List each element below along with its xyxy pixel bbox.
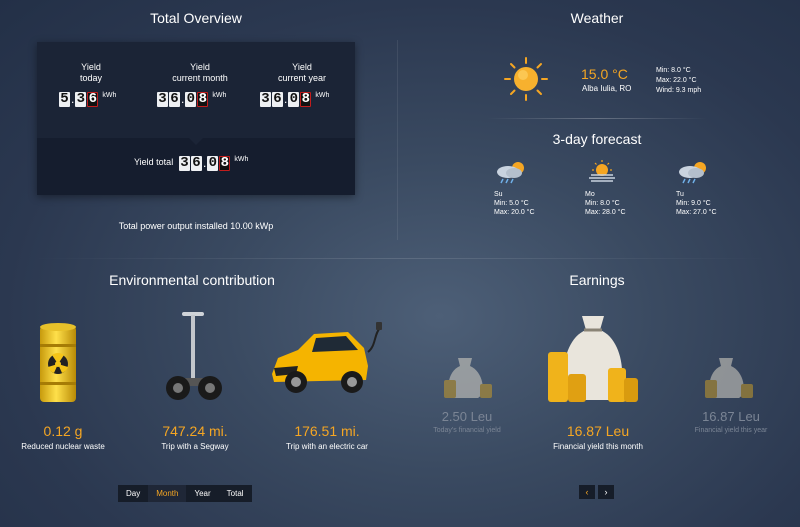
forecast-min: Min: 5.0 °C <box>494 200 529 207</box>
decimal-point: . <box>181 92 185 106</box>
forecast-day-tuesday: Tu Min: 9.0 °C Max: 27.0 °C <box>676 160 736 217</box>
current-temperature: 15.0 °C <box>581 66 628 82</box>
earnings-label: Today's financial yield <box>433 427 501 434</box>
env-label: Trip with a Segway <box>161 442 229 451</box>
weather-title: Weather <box>570 10 624 26</box>
digit: 6 <box>272 91 283 107</box>
money-bag-icon <box>444 358 492 398</box>
time-range-tabs: Day Month Year Total <box>118 485 252 502</box>
digit: 0 <box>207 155 219 171</box>
digit: 3 <box>75 91 87 107</box>
total-overview-title: Total Overview <box>150 10 242 26</box>
env-segway-trip: 747.24 mi. Trip with a Segway <box>140 423 250 451</box>
section-divider <box>30 258 770 259</box>
env-value: 176.51 mi. <box>294 423 360 439</box>
money-bag-icon <box>705 358 753 398</box>
forecast-day-sunday: Su Min: 5.0 °C Max: 20.0 °C <box>494 160 554 217</box>
yield-year-counter: 3 6 . 0 8 kWh <box>260 92 329 107</box>
forecast-max: Max: 27.0 °C <box>676 209 717 216</box>
earnings-today: 2.50 Leu Today's financial yield <box>412 409 522 434</box>
env-label: Reduced nuclear waste <box>21 442 105 451</box>
money-bag-icon <box>548 316 638 402</box>
yield-month-label: Yield current month <box>172 62 228 83</box>
tab-day[interactable]: Day <box>118 485 148 502</box>
yield-panel: Yield today Yield current month Yield cu… <box>37 42 355 195</box>
decimal-point: . <box>203 156 207 170</box>
digit: 3 <box>260 91 271 107</box>
power-installed-note: Total power output installed 10.00 kWp <box>118 221 274 231</box>
nuclear-barrel-icon <box>40 323 76 402</box>
forecast-day-monday: Mo Min: 8.0 °C Max: 28.0 °C <box>585 160 645 217</box>
forecast-min: Min: 9.0 °C <box>676 200 711 207</box>
location-label: Alba Iulia, RO <box>582 84 632 93</box>
earnings-value: 2.50 Leu <box>441 409 493 424</box>
unit-label: kWh <box>212 92 227 99</box>
tab-total[interactable]: Total <box>219 485 252 502</box>
digit: 6 <box>191 155 202 171</box>
earnings-label: Financial yield this month <box>553 442 643 451</box>
forecast-day-name: Su <box>494 191 503 198</box>
digit: 8 <box>219 155 231 171</box>
earnings-pager: ‹ › <box>579 485 617 499</box>
forecast-day-name: Mo <box>585 191 595 198</box>
forecast-day-name: Tu <box>676 191 684 198</box>
unit-label: kWh <box>102 92 117 99</box>
unit-label: kWh <box>315 92 330 99</box>
digit: 0 <box>185 91 197 107</box>
wind-speed: Wind: 9.3 mph <box>656 87 702 94</box>
yield-year-label: Yield current year <box>277 62 327 83</box>
weather-divider <box>487 118 707 119</box>
chevron-left-icon[interactable]: ‹ <box>579 485 595 499</box>
digit: 5 <box>59 91 70 107</box>
earnings-title: Earnings <box>569 272 625 288</box>
unit-label: kWh <box>234 156 249 163</box>
environment-title: Environmental contribution <box>109 272 275 288</box>
tab-month[interactable]: Month <box>148 485 187 502</box>
yield-panel-top <box>37 42 355 138</box>
decimal-point: . <box>284 92 288 106</box>
earnings-month: 16.87 Leu Financial yield this month <box>538 423 658 451</box>
decimal-point: . <box>71 92 75 106</box>
digit: 6 <box>87 91 99 107</box>
digit: 8 <box>197 91 209 107</box>
forecast-max: Max: 28.0 °C <box>585 209 626 216</box>
panel-notch <box>189 138 203 145</box>
env-label: Trip with an electric car <box>286 442 368 451</box>
forecast-title: 3-day forecast <box>552 131 642 147</box>
digit: 3 <box>157 91 168 107</box>
earnings-label: Financial yield this year <box>694 427 768 434</box>
digit: 8 <box>300 91 312 107</box>
electric-car-icon <box>272 322 382 393</box>
env-value: 747.24 mi. <box>162 423 228 439</box>
forecast-min: Min: 8.0 °C <box>585 200 620 207</box>
weather-details: Min: 8.0 °C Max: 22.0 °C Wind: 9.3 mph <box>656 66 701 96</box>
env-nuclear-waste: 0.12 g Reduced nuclear waste <box>8 423 118 451</box>
yield-today-label: Yield today <box>79 62 103 83</box>
segway-icon <box>166 312 222 400</box>
rain-cloud-icon <box>497 162 524 184</box>
min-temperature: Min: 8.0 °C <box>656 67 691 74</box>
earnings-value: 16.87 Leu <box>702 409 760 424</box>
fog-sun-icon <box>589 160 615 182</box>
rain-cloud-icon <box>679 162 706 184</box>
max-temperature: Max: 22.0 °C <box>656 77 697 84</box>
digit: 0 <box>288 91 300 107</box>
chevron-right-icon[interactable]: › <box>598 485 614 499</box>
yield-total-label: Yield total <box>134 157 174 167</box>
yield-today-counter: 5 . 3 6 kWh <box>59 92 116 107</box>
digit: 3 <box>179 155 190 171</box>
sun-icon <box>504 57 548 101</box>
earnings-year: 16.87 Leu Financial yield this year <box>676 409 786 434</box>
forecast-max: Max: 20.0 °C <box>494 209 535 216</box>
env-value: 0.12 g <box>43 423 83 439</box>
earnings-value: 16.87 Leu <box>566 423 630 439</box>
digit: 6 <box>169 91 180 107</box>
yield-total-counter: 3 6 . 0 8 kWh <box>179 156 248 171</box>
yield-month-counter: 3 6 . 0 8 kWh <box>157 92 226 107</box>
column-divider <box>397 40 398 240</box>
tab-year[interactable]: Year <box>186 485 218 502</box>
env-electric-car-trip: 176.51 mi. Trip with an electric car <box>262 423 392 451</box>
